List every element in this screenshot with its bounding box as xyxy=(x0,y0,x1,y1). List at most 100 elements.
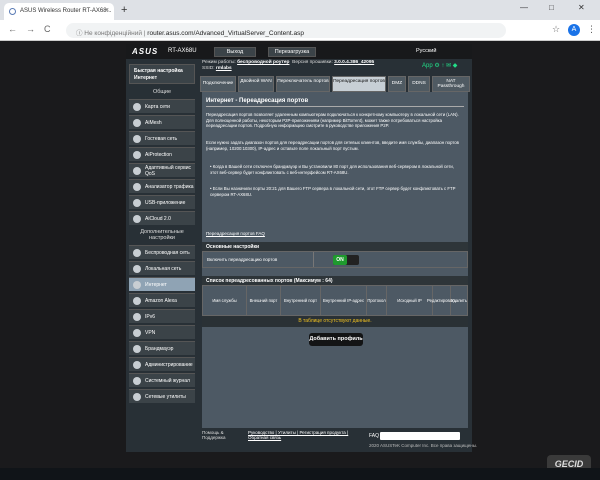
tab-port-switch[interactable]: Переключатель портов xyxy=(276,76,330,92)
wifi-icon xyxy=(133,249,141,257)
maximize-button[interactable]: □ xyxy=(549,3,554,12)
router-footer: Помощь & Поддержка Руководство | Утилиты… xyxy=(202,430,468,444)
port-list-header: Список переадресованных портов (Максимум… xyxy=(202,276,468,285)
router-topbar: ASUS RT-AX68U Выход Перезагрузка Русский xyxy=(126,44,472,59)
router-panel: ASUS RT-AX68U Выход Перезагрузка Русский… xyxy=(126,44,472,452)
address-bar: ← → C ⓘ Не конфіденційний | router.asus.… xyxy=(0,20,600,41)
footer-links-text[interactable]: Руководство | Утилиты | Регистрация прод… xyxy=(248,430,348,440)
sidebar-item-aiprotection[interactable]: AiProtection xyxy=(129,147,195,161)
sidebar-item-wan[interactable]: Интернет xyxy=(129,277,195,291)
enable-port-forwarding-label: Включить переадресацию портов xyxy=(207,257,278,262)
guest-network-icon xyxy=(133,135,141,143)
general-header: Общие xyxy=(152,89,172,95)
browser-menu-icon[interactable]: ⋮ xyxy=(587,24,596,35)
sidebar-item-firewall[interactable]: Брандмауэр xyxy=(129,341,195,355)
col-internal-port: Внутренний порт xyxy=(281,286,321,315)
ipv6-icon xyxy=(133,313,141,321)
sidebar-item-alexa[interactable]: Amazon Alexa xyxy=(129,293,195,307)
globe-icon xyxy=(133,281,141,289)
description-2: Если нужно задать диапазон портов для пе… xyxy=(206,140,459,151)
sidebar-item-vpn[interactable]: VPN xyxy=(129,325,195,339)
tab-dual-wan[interactable]: Двойной WAN xyxy=(238,76,274,92)
basic-settings-header: Основные настройки xyxy=(202,242,468,251)
sidebar-item-aimesh[interactable]: AiMesh xyxy=(129,115,195,129)
quick-setup-button[interactable]: Быстрая настройка Интернет xyxy=(129,64,195,84)
tab-nat-passthrough[interactable]: NAT Passthrough xyxy=(432,76,470,92)
avatar[interactable]: A xyxy=(568,24,580,36)
title-divider xyxy=(206,106,464,107)
tab-connection[interactable]: Подключение xyxy=(200,76,236,92)
cloud-icon xyxy=(133,215,141,223)
vpn-icon xyxy=(133,329,141,337)
sidebar-item-guest-network[interactable]: Гостевая сеть xyxy=(129,131,195,145)
operation-mode-link[interactable]: беспроводной роутер xyxy=(237,60,289,65)
col-protocol: Протокол xyxy=(367,286,387,315)
firmware-link[interactable]: 3.0.0.4.386_42095 xyxy=(334,60,374,65)
port-forwarding-toggle[interactable]: ON xyxy=(333,255,359,265)
add-profile-button[interactable]: Добавить профиль xyxy=(309,333,363,346)
logout-button[interactable]: Выход xyxy=(214,47,256,57)
content-panel: Интернет - Переадресация портов Переадре… xyxy=(202,92,468,428)
enable-port-forwarding-row: Включить переадресацию портов ON xyxy=(202,251,468,268)
col-internal-ip: Внутренний IP-адрес xyxy=(321,286,367,315)
tab-ddns[interactable]: DDNS xyxy=(408,76,430,92)
row-divider xyxy=(313,252,314,267)
new-tab-button[interactable]: + xyxy=(121,4,127,16)
footer-links: Руководство | Утилиты | Регистрация прод… xyxy=(248,430,366,440)
log-icon xyxy=(133,377,141,385)
sidebar-item-network-tools[interactable]: Сетевые утилиты xyxy=(129,389,195,403)
port-forwarding-faq-link[interactable]: Переадресация портов FAQ xyxy=(206,231,265,236)
aimesh-icon xyxy=(133,119,141,127)
empty-table-message: В таблице отсутствуют данные. xyxy=(202,316,468,327)
close-icon[interactable]: × xyxy=(105,7,109,14)
help-support-link[interactable]: Помощь & Поддержка xyxy=(202,430,242,440)
status-icons[interactable]: App ⚙ ↑ ✉ ◆ xyxy=(422,62,457,69)
faq-label: FAQ xyxy=(369,433,380,439)
back-button[interactable]: ← xyxy=(8,24,17,34)
ssid-value: rmlabs xyxy=(215,66,232,71)
alexa-icon xyxy=(133,297,141,305)
language-select[interactable]: Русский xyxy=(416,48,436,54)
sidebar-item-system-log[interactable]: Системный журнал xyxy=(129,373,195,387)
sidebar-item-usb[interactable]: USB-приложение xyxy=(129,195,195,209)
bookmark-star-icon[interactable]: ☆ xyxy=(552,24,560,35)
window-close-button[interactable]: ✕ xyxy=(578,3,585,12)
reload-button[interactable]: C xyxy=(44,24,51,34)
security-indicator[interactable]: ⓘ Не конфіденційний xyxy=(76,30,142,37)
browser-tabbar: ASUS Wireless Router RT-AX68... × + — □ … xyxy=(0,0,600,20)
browser-tab[interactable]: ASUS Wireless Router RT-AX68... × xyxy=(4,3,114,20)
note-2: • Если Вы назначили порты 20:21 для Ваше… xyxy=(210,186,456,197)
col-delete: Удалить xyxy=(451,298,467,303)
forward-button[interactable]: → xyxy=(26,24,35,34)
tab-dmz[interactable]: DMZ xyxy=(388,76,406,92)
sidebar-item-aicloud[interactable]: AiCloud 2.0 xyxy=(129,211,195,225)
tab-title: ASUS Wireless Router RT-AX68... xyxy=(20,8,112,14)
sidebar-item-qos[interactable]: Адаптивный сервис QoS xyxy=(129,163,195,177)
faq-search-input[interactable] xyxy=(380,432,460,440)
sidebar-item-administration[interactable]: Администрирование xyxy=(129,357,195,371)
url-text: router.asus.com/Advanced_VirtualServer_C… xyxy=(147,30,304,37)
sidebar-item-ipv6[interactable]: IPv6 xyxy=(129,309,195,323)
traffic-analyzer-icon xyxy=(133,183,141,191)
toggle-on-label: ON xyxy=(333,255,347,265)
advanced-header: Дополнительные настройки xyxy=(140,229,184,241)
shield-icon xyxy=(133,151,141,159)
reboot-button[interactable]: Перезагрузка xyxy=(268,47,316,57)
sidebar-item-network-map[interactable]: Карта сети xyxy=(129,99,195,113)
firewall-icon xyxy=(133,345,141,353)
usb-icon xyxy=(133,199,141,207)
tools-icon xyxy=(133,393,141,401)
sidebar-item-traffic-analyzer[interactable]: Анализатор трафика xyxy=(129,179,195,193)
url-input[interactable]: ⓘ Не конфіденційний | router.asus.com/Ad… xyxy=(66,23,506,38)
col-service-name: Имя службы xyxy=(203,286,247,315)
description-1: Переадресация портов позволяет удаленным… xyxy=(206,112,459,129)
router-sidebar: Быстрая настройка Интернет Общие Карта с… xyxy=(126,59,198,452)
tab-port-forwarding[interactable]: Переадресация портов xyxy=(332,76,386,92)
router-model: RT-AX68U xyxy=(168,48,197,54)
sidebar-item-wireless[interactable]: Беспроводная сеть xyxy=(129,245,195,259)
port-table-header: Имя службы Внешний порт Внутренний порт … xyxy=(202,285,468,316)
sidebar-item-lan[interactable]: Локальная сеть xyxy=(129,261,195,275)
globe-icon xyxy=(9,8,16,15)
col-external-port: Внешний порт xyxy=(247,286,281,315)
minimize-button[interactable]: — xyxy=(520,3,528,12)
